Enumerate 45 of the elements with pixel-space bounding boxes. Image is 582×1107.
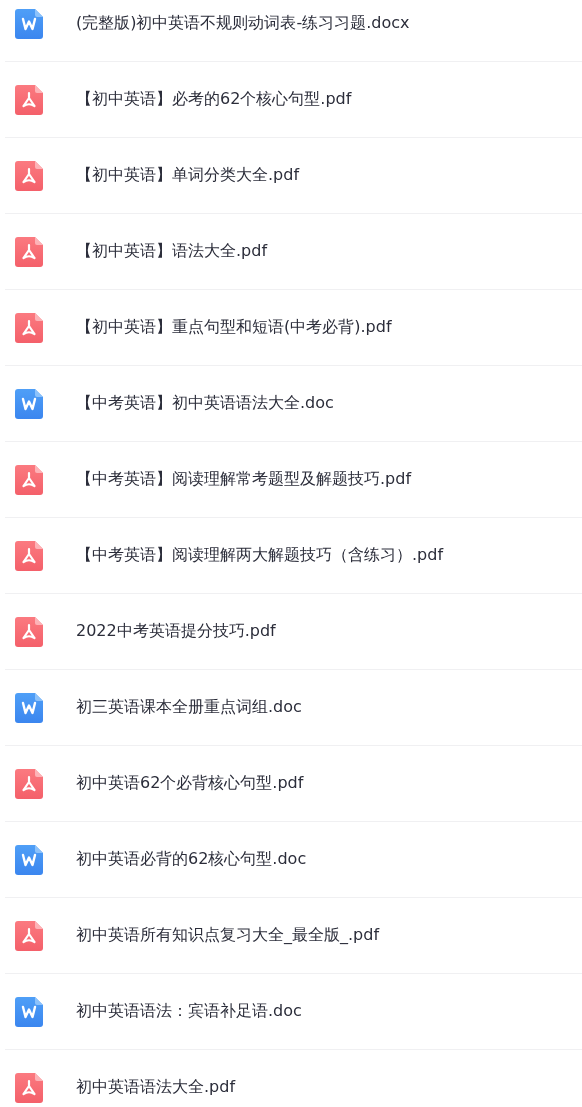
file-row[interactable]: 【初中英语】必考的62个核心句型.pdf bbox=[5, 62, 582, 138]
file-name: 【初中英语】必考的62个核心句型.pdf bbox=[76, 89, 352, 110]
file-row[interactable]: 2022中考英语提分技巧.pdf bbox=[5, 594, 582, 670]
pdf-document-icon bbox=[15, 312, 43, 343]
file-row[interactable]: (完整版)初中英语不规则动词表-练习习题.docx bbox=[5, 0, 582, 62]
file-row[interactable]: 【中考英语】初中英语语法大全.doc bbox=[5, 366, 582, 442]
file-row[interactable]: 初中英语必背的62核心句型.doc bbox=[5, 822, 582, 898]
file-name: 【初中英语】单词分类大全.pdf bbox=[76, 165, 300, 186]
pdf-document-icon bbox=[15, 236, 43, 267]
pdf-document-icon bbox=[15, 768, 43, 799]
file-name: 初中英语语法：宾语补足语.doc bbox=[76, 1001, 302, 1022]
file-name: 初中英语必背的62核心句型.doc bbox=[76, 849, 307, 870]
file-name: 【中考英语】阅读理解常考题型及解题技巧.pdf bbox=[76, 469, 412, 490]
file-row[interactable]: 【中考英语】阅读理解常考题型及解题技巧.pdf bbox=[5, 442, 582, 518]
file-row[interactable]: 【中考英语】阅读理解两大解题技巧（含练习）.pdf bbox=[5, 518, 582, 594]
pdf-document-icon bbox=[15, 1072, 43, 1103]
file-name: 2022中考英语提分技巧.pdf bbox=[76, 621, 276, 642]
pdf-document-icon bbox=[15, 160, 43, 191]
file-name: 初中英语62个必背核心句型.pdf bbox=[76, 773, 304, 794]
file-name: 初三英语课本全册重点词组.doc bbox=[76, 697, 302, 718]
file-row[interactable]: 初三英语课本全册重点词组.doc bbox=[5, 670, 582, 746]
file-row[interactable]: 【初中英语】单词分类大全.pdf bbox=[5, 138, 582, 214]
file-row[interactable]: 【初中英语】语法大全.pdf bbox=[5, 214, 582, 290]
word-document-icon bbox=[15, 996, 43, 1027]
file-name: 【中考英语】初中英语语法大全.doc bbox=[76, 393, 334, 414]
pdf-document-icon bbox=[15, 920, 43, 951]
file-name: (完整版)初中英语不规则动词表-练习习题.docx bbox=[76, 13, 410, 34]
word-document-icon bbox=[15, 8, 43, 39]
file-row[interactable]: 初中英语语法：宾语补足语.doc bbox=[5, 974, 582, 1050]
file-name: 【初中英语】重点句型和短语(中考必背).pdf bbox=[76, 317, 392, 338]
pdf-document-icon bbox=[15, 616, 43, 647]
file-row[interactable]: 初中英语62个必背核心句型.pdf bbox=[5, 746, 582, 822]
pdf-document-icon bbox=[15, 464, 43, 495]
pdf-document-icon bbox=[15, 84, 43, 115]
file-row[interactable]: 【初中英语】重点句型和短语(中考必背).pdf bbox=[5, 290, 582, 366]
file-name: 【中考英语】阅读理解两大解题技巧（含练习）.pdf bbox=[76, 545, 444, 566]
word-document-icon bbox=[15, 388, 43, 419]
pdf-document-icon bbox=[15, 540, 43, 571]
word-document-icon bbox=[15, 844, 43, 875]
word-document-icon bbox=[15, 692, 43, 723]
file-name: 初中英语语法大全.pdf bbox=[76, 1077, 236, 1098]
file-row[interactable]: 初中英语所有知识点复习大全_最全版_.pdf bbox=[5, 898, 582, 974]
file-row[interactable]: 初中英语语法大全.pdf bbox=[5, 1050, 582, 1107]
file-name: 【初中英语】语法大全.pdf bbox=[76, 241, 268, 262]
file-name: 初中英语所有知识点复习大全_最全版_.pdf bbox=[76, 925, 380, 946]
